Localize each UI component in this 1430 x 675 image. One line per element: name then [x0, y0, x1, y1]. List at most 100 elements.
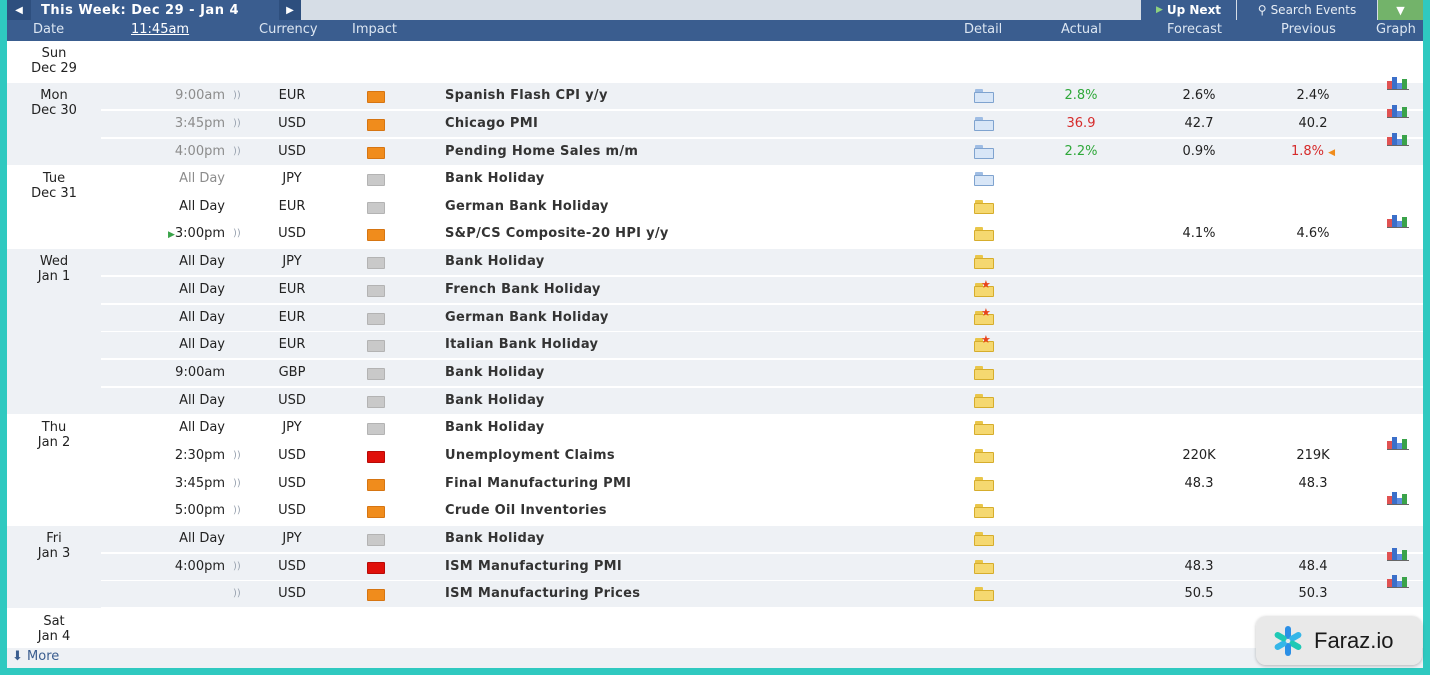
- event-title[interactable]: Unemployment Claims: [445, 448, 615, 463]
- event-title[interactable]: Chicago PMI: [445, 116, 538, 131]
- event-title[interactable]: Bank Holiday: [445, 393, 545, 408]
- table-row[interactable]: 2:30pm )) USD Unemployment Claims 220K 2…: [101, 437, 1423, 470]
- event-title[interactable]: Spanish Flash CPI y/y: [445, 88, 608, 103]
- detail-folder-icon[interactable]: [974, 117, 994, 131]
- event-title[interactable]: Pending Home Sales m/m: [445, 144, 638, 159]
- impact-medium-icon: [367, 91, 385, 103]
- table-row[interactable]: All Day EUR Italian Bank Holiday ★: [101, 332, 1423, 359]
- table-row[interactable]: All Day EUR French Bank Holiday ★: [101, 277, 1423, 304]
- table-row[interactable]: All Day JPY Bank Holiday: [101, 415, 1423, 442]
- graph-icon[interactable]: [1387, 77, 1409, 104]
- table-row[interactable]: 3:45pm )) USD Chicago PMI 36.9 42.7 40.2: [101, 105, 1423, 138]
- event-title[interactable]: Bank Holiday: [445, 171, 545, 186]
- sound-icon[interactable]: )): [233, 450, 241, 461]
- header-detail: Detail: [964, 22, 1003, 37]
- event-title[interactable]: German Bank Holiday: [445, 199, 609, 214]
- sound-icon[interactable]: )): [233, 505, 241, 516]
- detail-folder-icon[interactable]: [974, 532, 994, 546]
- more-link[interactable]: ⬇ More: [12, 649, 59, 664]
- table-row[interactable]: All Day EUR German Bank Holiday ★: [101, 305, 1423, 332]
- graph-icon[interactable]: [1387, 215, 1409, 242]
- calendar-footer: ⬇ More: [7, 648, 1423, 668]
- detail-folder-icon[interactable]: [974, 477, 994, 491]
- graph-icon[interactable]: [1387, 492, 1409, 519]
- event-title[interactable]: S&P/CS Composite-20 HPI y/y: [445, 226, 669, 241]
- table-row[interactable]: All Day USD Bank Holiday: [101, 388, 1423, 415]
- graph-icon[interactable]: [1387, 548, 1409, 575]
- day-name: Wed: [39, 254, 69, 269]
- event-title[interactable]: Bank Holiday: [445, 531, 545, 546]
- table-header: Date 11:45am Currency Impact Detail Actu…: [7, 20, 1423, 41]
- detail-folder-icon[interactable]: [974, 560, 994, 574]
- event-previous: 48.4: [1298, 559, 1328, 574]
- detail-folder-star-icon[interactable]: ★: [974, 279, 994, 297]
- table-row[interactable]: All Day JPY Bank Holiday: [101, 166, 1423, 193]
- event-title[interactable]: ISM Manufacturing Prices: [445, 586, 640, 601]
- sound-icon[interactable]: )): [233, 90, 241, 101]
- table-row[interactable]: 3:45pm )) USD Final Manufacturing PMI 48…: [101, 471, 1423, 498]
- header-time[interactable]: 11:45am: [131, 22, 189, 37]
- graph-icon[interactable]: [1387, 133, 1409, 160]
- table-row[interactable]: All Day JPY Bank Holiday: [101, 249, 1423, 276]
- detail-folder-icon[interactable]: [974, 145, 994, 159]
- event-previous: 219K: [1296, 448, 1330, 463]
- day-date: Jan 3: [37, 546, 71, 561]
- detail-folder-icon[interactable]: [974, 587, 994, 601]
- sound-icon[interactable]: )): [233, 561, 241, 572]
- event-title[interactable]: ISM Manufacturing PMI: [445, 559, 622, 574]
- search-events-button[interactable]: ⚲ Search Events: [1237, 0, 1377, 20]
- detail-folder-icon[interactable]: [974, 449, 994, 463]
- day-group-fri: Fri Jan 3: [7, 526, 101, 609]
- search-events-label: Search Events: [1270, 3, 1357, 17]
- detail-folder-icon[interactable]: [974, 200, 994, 214]
- table-row[interactable]: ▶3:00pm )) USD S&P/CS Composite-20 HPI y…: [101, 215, 1423, 248]
- next-week-button[interactable]: ▶: [279, 0, 301, 20]
- impact-low-icon: [367, 257, 385, 269]
- impact-low-icon: [367, 396, 385, 408]
- detail-folder-icon[interactable]: [974, 366, 994, 380]
- table-row[interactable]: 5:00pm )) USD Crude Oil Inventories: [101, 492, 1423, 525]
- down-arrow-icon: ⬇: [12, 649, 23, 664]
- impact-medium-icon: [367, 229, 385, 241]
- table-row[interactable]: 9:00am GBP Bank Holiday: [101, 360, 1423, 387]
- sound-icon[interactable]: )): [233, 228, 241, 239]
- event-title[interactable]: Italian Bank Holiday: [445, 337, 598, 352]
- table-row[interactable]: 4:00pm )) USD Pending Home Sales m/m 2.2…: [101, 133, 1423, 166]
- up-next-button[interactable]: ▶ Up Next: [1141, 0, 1236, 20]
- detail-folder-icon[interactable]: [974, 227, 994, 241]
- event-title[interactable]: Bank Holiday: [445, 420, 545, 435]
- table-row[interactable]: All Day EUR German Bank Holiday: [101, 194, 1423, 221]
- event-time: All Day: [179, 199, 225, 214]
- detail-folder-icon[interactable]: [974, 394, 994, 408]
- sound-icon[interactable]: )): [233, 146, 241, 157]
- table-row[interactable]: 9:00am )) EUR Spanish Flash CPI y/y 2.8%…: [101, 77, 1423, 110]
- event-title[interactable]: Crude Oil Inventories: [445, 503, 607, 518]
- graph-icon[interactable]: [1387, 575, 1409, 602]
- detail-folder-star-icon[interactable]: ★: [974, 334, 994, 352]
- revision-arrow-icon[interactable]: ◀: [1328, 148, 1335, 158]
- event-title[interactable]: German Bank Holiday: [445, 310, 609, 325]
- detail-folder-icon[interactable]: [974, 172, 994, 186]
- day-group-sat: Sat Jan 4: [7, 609, 101, 648]
- detail-folder-icon[interactable]: [974, 504, 994, 518]
- table-row[interactable]: 4:00pm )) USD ISM Manufacturing PMI 48.3…: [101, 548, 1423, 581]
- sound-icon[interactable]: )): [233, 118, 241, 129]
- filter-button[interactable]: ▼: [1378, 0, 1423, 20]
- event-title[interactable]: French Bank Holiday: [445, 282, 601, 297]
- detail-folder-star-icon[interactable]: ★: [974, 307, 994, 325]
- event-currency: USD: [278, 476, 306, 491]
- event-title[interactable]: Final Manufacturing PMI: [445, 476, 631, 491]
- event-title[interactable]: Bank Holiday: [445, 365, 545, 380]
- detail-folder-icon[interactable]: [974, 89, 994, 103]
- detail-folder-icon[interactable]: [974, 255, 994, 269]
- prev-week-button[interactable]: ◀: [7, 0, 31, 20]
- detail-folder-icon[interactable]: [974, 421, 994, 435]
- sound-icon[interactable]: )): [233, 588, 241, 599]
- graph-icon[interactable]: [1387, 105, 1409, 132]
- graph-icon[interactable]: [1387, 437, 1409, 464]
- table-row[interactable]: )) USD ISM Manufacturing Prices 50.5 50.…: [101, 575, 1423, 608]
- sound-icon[interactable]: )): [233, 478, 241, 489]
- empty-day-row: [101, 41, 1423, 83]
- event-title[interactable]: Bank Holiday: [445, 254, 545, 269]
- table-row[interactable]: All Day JPY Bank Holiday: [101, 526, 1423, 553]
